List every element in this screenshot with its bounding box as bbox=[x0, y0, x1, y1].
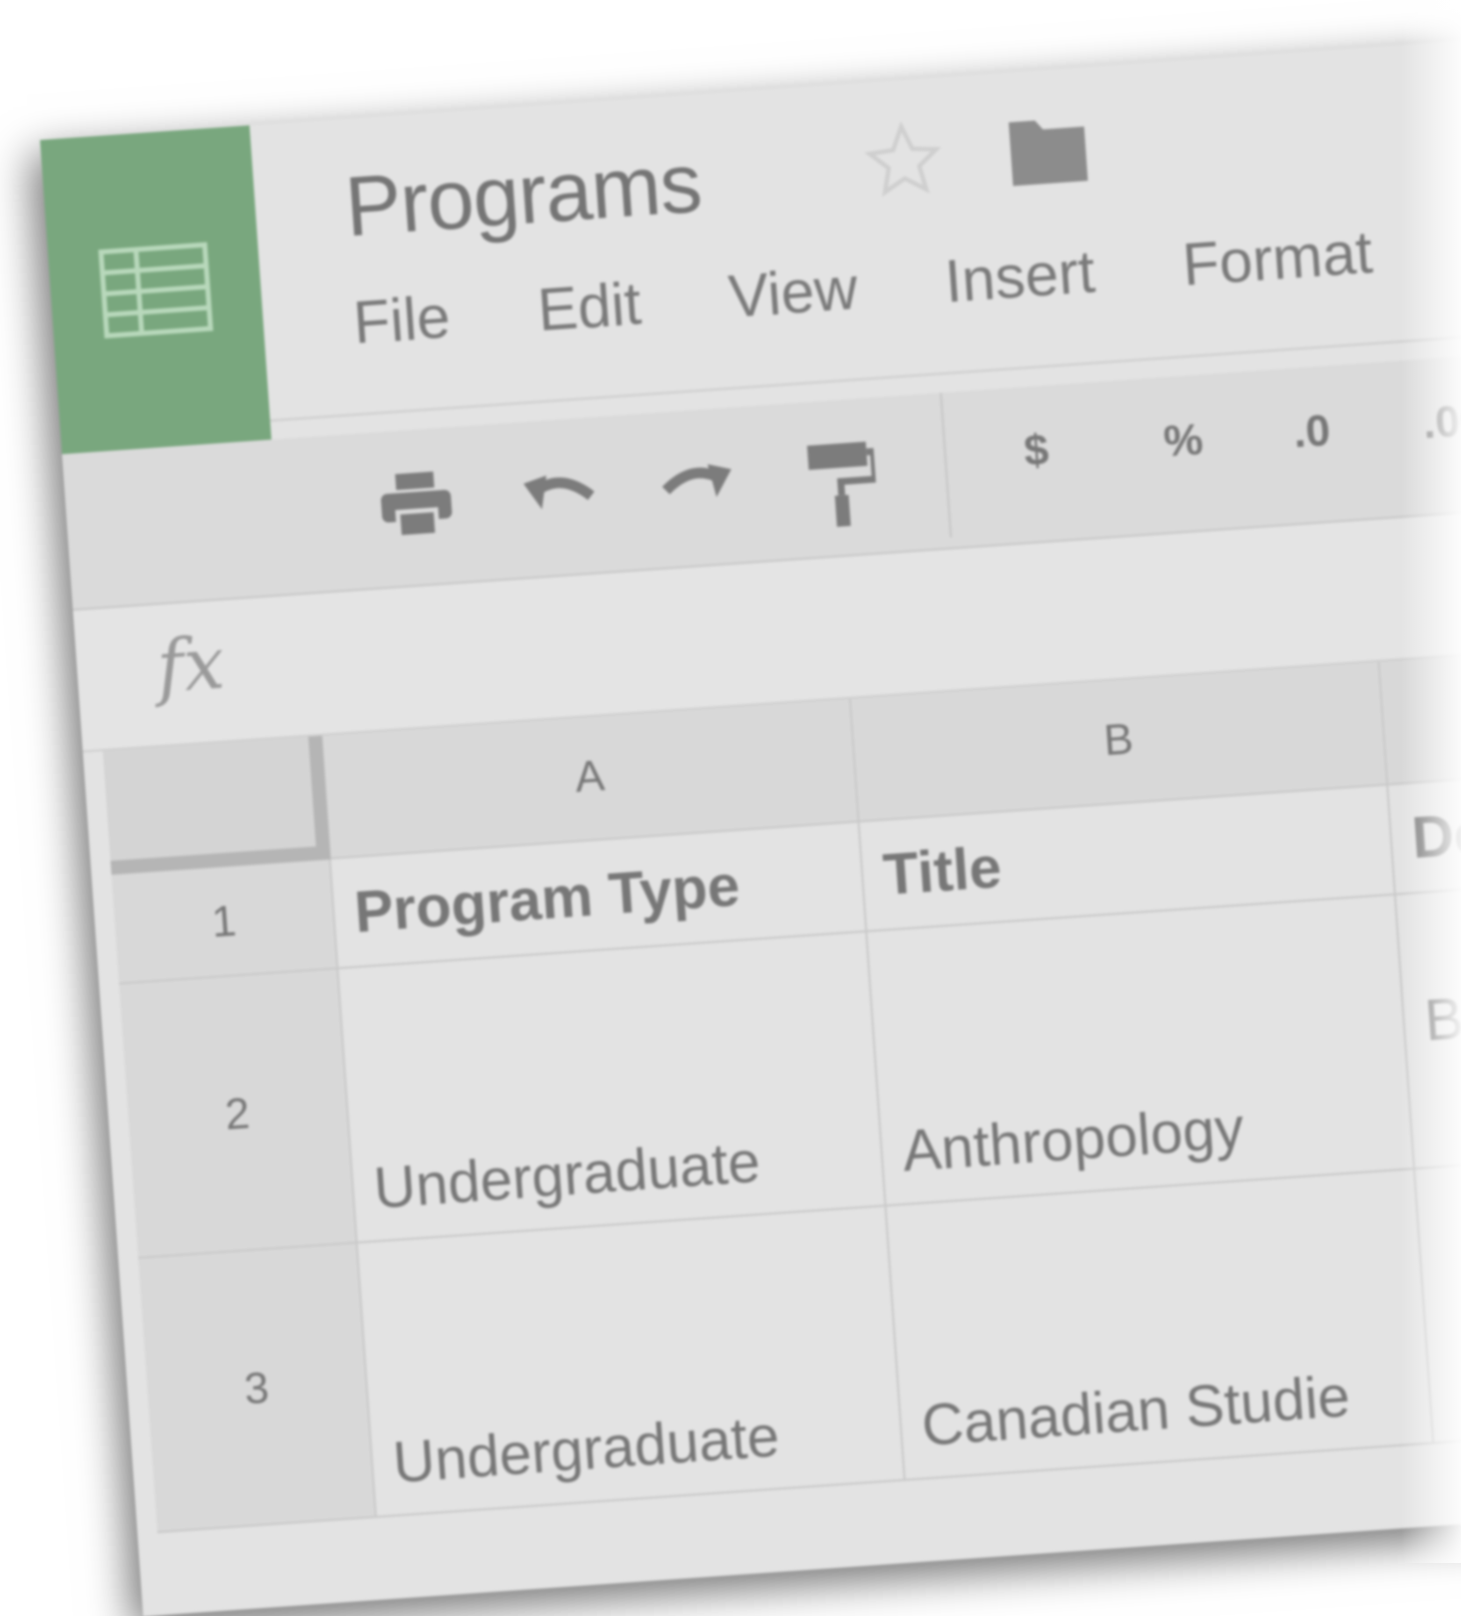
select-all-corner[interactable] bbox=[102, 735, 331, 875]
undo-icon[interactable] bbox=[519, 457, 604, 537]
menu-format[interactable]: Format bbox=[1180, 217, 1374, 299]
fx-icon: fx bbox=[154, 620, 228, 710]
folder-icon[interactable] bbox=[1000, 107, 1096, 198]
sheets-grid-icon bbox=[98, 241, 214, 338]
star-icon[interactable] bbox=[861, 117, 947, 207]
row-header-2[interactable]: 2 bbox=[119, 969, 358, 1259]
paint-format-icon[interactable] bbox=[803, 438, 879, 538]
menu-edit[interactable]: Edit bbox=[535, 269, 643, 345]
menu-view[interactable]: View bbox=[726, 253, 859, 331]
column-header-c[interactable] bbox=[1379, 640, 1461, 786]
spreadsheet-window: Programs File Edit View Insert Format $ … bbox=[40, 25, 1461, 1616]
cell-c1[interactable]: De bbox=[1388, 764, 1461, 896]
row-header-3[interactable]: 3 bbox=[138, 1243, 377, 1534]
decrease-decimal-button[interactable]: .0 bbox=[1292, 406, 1332, 458]
toolbar-divider bbox=[939, 392, 952, 538]
currency-button[interactable]: $ bbox=[1022, 425, 1050, 477]
cell-b2[interactable]: Anthropology bbox=[867, 895, 1416, 1207]
document-title[interactable]: Programs bbox=[342, 134, 704, 256]
row-header-1[interactable]: 1 bbox=[111, 859, 339, 985]
increase-decimal-button[interactable]: .00 bbox=[1421, 395, 1461, 449]
cell-a3[interactable]: Undergraduate bbox=[357, 1206, 906, 1518]
redo-icon[interactable] bbox=[653, 447, 738, 527]
percent-button[interactable]: % bbox=[1162, 415, 1205, 468]
menu-file[interactable]: File bbox=[351, 282, 452, 358]
print-icon[interactable] bbox=[374, 467, 459, 547]
menu-insert[interactable]: Insert bbox=[943, 237, 1098, 316]
cell-b3[interactable]: Canadian Studie bbox=[886, 1169, 1435, 1481]
sheets-logo[interactable] bbox=[40, 125, 272, 455]
cell-a2[interactable]: Undergraduate bbox=[338, 932, 887, 1244]
